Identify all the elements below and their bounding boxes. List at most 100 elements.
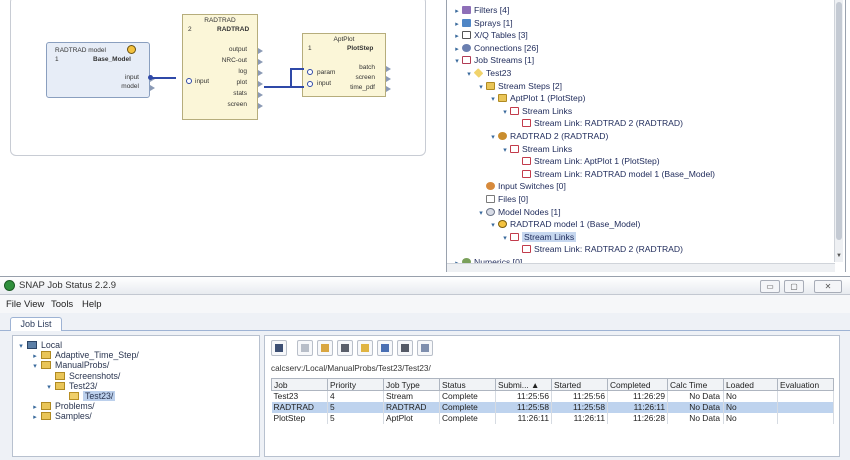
output-port[interactable] [258, 59, 263, 65]
directory-item[interactable]: ▾ ManualProbs/ [31, 360, 109, 370]
vertical-scrollbar[interactable]: ▼ [834, 0, 843, 262]
close-button[interactable]: ✕ [814, 280, 842, 293]
model-canvas[interactable]: RADTRAD model 1 Base_Model input model R… [0, 0, 438, 272]
directory-item[interactable]: Test23/ [59, 391, 116, 401]
table-row[interactable]: Test23 4 Stream Complete 11:25:56 11:25:56 11:… [271, 390, 834, 402]
tree-item[interactable]: ▸ Filters [4] [453, 5, 509, 16]
table-row[interactable]: RADTRAD 5 RADTRAD Complete 11:25:58 11:25:58 1… [271, 401, 834, 413]
tree-item[interactable]: ▾ RADTRAD 2 (RADTRAD) [489, 131, 608, 142]
output-port[interactable] [150, 85, 155, 91]
directory-item[interactable]: ▸ Samples/ [31, 411, 91, 423]
output-port[interactable] [386, 76, 391, 82]
collapse-icon[interactable]: ▾ [453, 56, 461, 67]
tree-item[interactable]: ▸ X/Q Tables [3] [453, 30, 528, 41]
collapse-icon[interactable]: ▾ [501, 233, 509, 244]
scrollbar-thumb[interactable] [836, 2, 842, 240]
column-header[interactable]: Job Type [383, 378, 440, 391]
expand-icon[interactable]: ▸ [453, 31, 461, 42]
expand-icon[interactable]: ▸ [453, 44, 461, 55]
tree-item[interactable]: Stream Link: RADTRAD 2 (RADTRAD) [513, 244, 683, 255]
collapse-icon[interactable]: ▾ [489, 220, 497, 231]
menu-help[interactable]: Help [82, 299, 102, 310]
job-directory-tree[interactable]: ▾ Local ▸ Adaptive_Time_Step/▾ ManualProbs/S… [12, 335, 260, 457]
output-port[interactable] [258, 103, 263, 109]
column-header[interactable]: Priority [327, 378, 384, 391]
minimize-button[interactable]: ▭ [760, 280, 780, 293]
tree-item[interactable]: ▾ Stream Links [501, 231, 577, 244]
tree-item[interactable]: ▾ Model Nodes [1] [477, 207, 560, 219]
column-header[interactable]: Loaded [723, 378, 778, 391]
output-port[interactable] [258, 70, 263, 76]
tree-item[interactable]: ▸ Sprays [1] [453, 18, 512, 30]
tree-item[interactable]: Stream Link: RADTRAD model 1 (Base_Model… [513, 169, 715, 180]
connection-line[interactable] [264, 86, 304, 88]
input-port[interactable] [307, 69, 313, 75]
tree-item[interactable]: ▾ Stream Steps [2] [477, 81, 562, 92]
expand-icon[interactable]: ▸ [453, 6, 461, 17]
collapse-icon[interactable]: ▾ [477, 208, 485, 219]
copy-button[interactable] [417, 340, 433, 356]
column-header[interactable]: Job [271, 378, 328, 391]
directory-item[interactable]: ▸ Problems/ [31, 401, 94, 411]
output-port[interactable] [258, 92, 263, 98]
connection-line[interactable] [152, 77, 176, 79]
aptplot-node[interactable]: AptPlot 1 PlotStep param input batch scre… [302, 33, 391, 97]
tree-item[interactable]: ▾ RADTRAD model 1 (Base_Model) [489, 219, 640, 230]
tree-item[interactable]: ▾ Test23 [465, 68, 511, 79]
output-port[interactable] [258, 81, 263, 87]
tree-item[interactable]: ▾ Job Streams [1] [453, 55, 534, 66]
collapse-icon[interactable]: ▾ [489, 94, 497, 105]
scroll-down-arrow-icon[interactable]: ▼ [835, 253, 843, 262]
radtrad-model-node[interactable]: RADTRAD model 1 Base_Model input model [46, 42, 155, 98]
directory-item[interactable]: Screenshots/ [45, 371, 120, 381]
tree-item[interactable]: ▾ AptPlot 1 (PlotStep) [489, 93, 585, 104]
monitor-button[interactable] [271, 340, 287, 356]
collapse-icon[interactable]: ▾ [465, 69, 473, 80]
restore-button[interactable]: ▢ [784, 280, 804, 293]
directory-item[interactable]: ▸ Adaptive_Time_Step/ [31, 350, 139, 360]
connection-line[interactable] [290, 68, 292, 87]
expand-icon[interactable]: ▸ [453, 19, 461, 30]
directory-item[interactable]: ▾ Test23/ [45, 381, 97, 391]
stop-button[interactable] [297, 340, 313, 356]
column-header[interactable]: Calc Time [667, 378, 724, 391]
expand-icon[interactable]: ▸ [31, 413, 39, 423]
menu-view[interactable]: View [24, 299, 44, 310]
transfer-button[interactable] [377, 340, 393, 356]
column-header[interactable]: Completed [607, 378, 668, 391]
menu-file[interactable]: File [6, 299, 21, 310]
collapse-icon[interactable]: ▾ [45, 383, 53, 393]
horizontal-scrollbar[interactable] [447, 263, 835, 272]
delete-button[interactable] [337, 340, 353, 356]
lock-button[interactable] [397, 340, 413, 356]
title-bar[interactable]: SNAP Job Status 2.2.9 ▭ ▢ ✕ [0, 277, 850, 295]
column-header[interactable]: Submi... ▲ [495, 378, 552, 391]
table-row[interactable]: PlotStep 5 AptPlot Complete 11:26:11 11:26:11… [271, 412, 834, 424]
connection-line[interactable] [290, 68, 304, 70]
tree-item[interactable]: ▾ Stream Links [501, 144, 572, 155]
tree-item[interactable]: Stream Link: RADTRAD 2 (RADTRAD) [513, 118, 683, 129]
model-tree-panel[interactable]: ▸ Filters [4] ▸ Sprays [1] ▸ X/Q Tables [3] ▸ C… [446, 0, 846, 272]
tree-item[interactable]: ▾ Stream Links [501, 106, 572, 117]
column-header[interactable]: Evaluation [777, 378, 834, 391]
tree-item[interactable]: Input Switches [0] [477, 181, 566, 192]
collapse-icon[interactable]: ▾ [489, 132, 497, 143]
radtrad-node[interactable]: RADTRAD 2 RADTRAD output NRC-out log plot st… [182, 14, 263, 120]
output-port[interactable] [258, 48, 263, 54]
edit-button[interactable] [357, 340, 373, 356]
tree-item[interactable]: Stream Link: AptPlot 1 (PlotStep) [513, 156, 660, 167]
tree-item[interactable]: ▸ Connections [26] [453, 43, 538, 55]
menu-tools[interactable]: Tools [51, 299, 73, 310]
output-port[interactable] [386, 86, 391, 92]
output-port[interactable] [386, 66, 391, 72]
collapse-icon[interactable]: ▾ [477, 82, 485, 93]
column-header[interactable]: Started [551, 378, 608, 391]
collapse-icon[interactable]: ▾ [501, 145, 509, 156]
collapse-icon[interactable]: ▾ [31, 362, 39, 372]
tree-item[interactable]: Files [0] [477, 194, 528, 205]
tab-job-list[interactable]: Job List [10, 317, 62, 331]
input-port[interactable] [186, 78, 192, 84]
column-header[interactable]: Status [439, 378, 496, 391]
refresh-button[interactable] [317, 340, 333, 356]
directory-item[interactable]: ▾ Local [17, 340, 62, 350]
